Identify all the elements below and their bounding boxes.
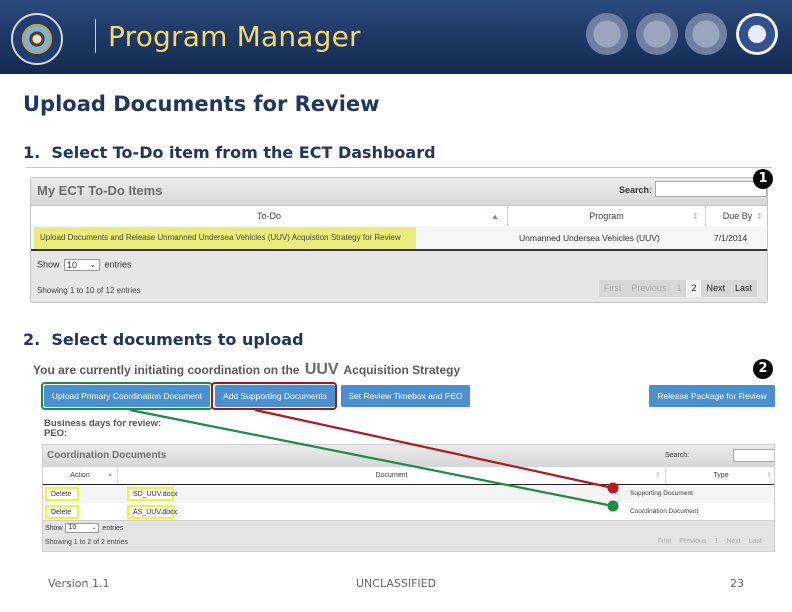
column-label: Action [70,472,90,479]
coordination-prefix: You are currently initiating coordinatio… [33,363,300,377]
coordination-status: You are currently initiating coordinatio… [33,361,460,379]
entries-label: entries [104,259,132,270]
table-info: Showing 1 to 10 of 12 entries [37,286,141,295]
dod-seal-icon [11,13,63,65]
column-label: Due By [722,211,753,221]
todo-item-link[interactable]: Upload Documents and Release Unmanned Un… [34,227,416,249]
column-header-type[interactable]: Type ⬍ [666,467,774,484]
sort-icon: ⬍ [655,472,661,479]
pager-next[interactable]: Next [722,536,744,548]
supporting-documents-highlight [211,382,337,410]
todo-titlebar: My ECT To-Do Items Search: [31,178,767,205]
sort-icon: ⬍ [766,472,772,479]
document-type: Supporting Document [630,490,693,497]
step2-heading: 2. Select documents to upload [23,330,304,349]
pager-last[interactable]: Last [730,280,757,297]
pager-next[interactable]: Next [701,280,730,297]
pager-page-1[interactable]: 1 [671,280,686,297]
document-type: Coordination Document [630,508,699,515]
coordination-document-type: Acquisition Strategy [343,363,461,377]
delete-link[interactable]: Delete [45,487,79,501]
page-length-control: Show 10 ⌄ entries [45,523,123,533]
column-label: Type [713,472,729,479]
step-1-badge: 1 [753,169,773,189]
column-header-document[interactable]: Document ⬍ [118,467,666,484]
table-row: Delete AS_UUV.docx Coordination Document [43,503,774,521]
footer-classification: UNCLASSIFIED [356,577,437,590]
page-heading: Upload Documents for Review [23,92,380,116]
show-label: Show [45,524,63,532]
peo-label: PEO: [44,428,68,439]
air-force-seal-icon [736,13,778,55]
army-seal-icon [586,13,628,55]
review-settings: Business days for review: PEO: [44,419,161,439]
pagination: First Previous 1 2 Next Last [598,280,757,297]
sort-ascending-icon: ▲ [107,472,113,478]
column-header-due-by[interactable]: Due By ⬍ [706,206,767,227]
pager-previous[interactable]: Previous [626,280,671,297]
primary-document-highlight [41,382,213,410]
coordination-panel-title: Coordination Documents [47,450,167,461]
todo-search-input[interactable] [655,181,767,197]
column-header-todo[interactable]: To-Do ▲ [31,206,508,227]
delete-link[interactable]: Delete [45,505,79,519]
coordination-search-input[interactable] [733,449,774,462]
chevron-down-icon: ⌄ [91,525,97,531]
chevron-down-icon: ⌄ [89,260,97,269]
navy-seal-icon [685,13,727,55]
todo-panel: My ECT To-Do Items Search: To-Do ▲ Progr… [30,177,768,303]
column-header-program[interactable]: Program ⬍ [508,206,706,227]
header-banner: Program Manager [0,0,792,74]
document-link[interactable]: AS_UUV.docx [127,505,177,519]
table-info: Showing 1 to 2 of 2 entries [45,539,128,546]
column-header-action[interactable]: Action ▲ [43,467,118,484]
pager-previous[interactable]: Previous [675,536,710,548]
app-title: Program Manager [108,20,361,53]
pager-first[interactable]: First [599,280,627,297]
sort-ascending-icon: ▲ [491,212,499,221]
coordination-documents-panel: Coordination Documents Search: Action ▲ … [42,444,775,552]
coordination-program: UUV [304,361,339,378]
pagination: First Previous 1 Next Last [654,536,766,548]
sort-icon: ⬍ [755,211,763,221]
document-link[interactable]: SD_UUV.docx [127,487,178,501]
set-review-timebox-button[interactable]: Set Review Timebox and PEO [341,385,470,407]
marine-corps-seal-icon [636,13,678,55]
todo-screenshot: My ECT To-Do Items Search: To-Do ▲ Progr… [26,167,772,307]
todo-table-header: To-Do ▲ Program ⬍ Due By ⬍ [31,205,767,227]
program-cell: Unmanned Undersea Vehicles (UUV) [519,233,660,243]
coordination-titlebar: Coordination Documents Search: [43,445,774,467]
page-length-value: 10 [68,524,77,531]
step1-heading: 1. Select To-Do item from the ECT Dashbo… [23,143,436,162]
search-label: Search: [619,185,653,195]
search-label: Search: [665,452,690,459]
page-length-select[interactable]: 10 ⌄ [65,523,100,533]
table-row[interactable]: Upload Documents and Release Unmanned Un… [31,226,767,251]
footer-version: Version 1.1 [48,577,110,590]
todo-panel-title: My ECT To-Do Items [37,183,163,198]
coordination-table-header: Action ▲ Document ⬍ Type ⬍ [43,467,774,485]
pager-last[interactable]: Last [745,536,766,548]
release-package-button[interactable]: Release Package for Review [649,385,775,407]
due-date-cell: 7/1/2014 [714,233,748,243]
pager-page-2[interactable]: 2 [686,280,702,297]
table-row: Delete SD_UUV.docx Supporting Document [43,485,774,503]
column-label: Document [375,472,408,479]
show-label: Show [37,259,60,270]
page-length-value: 10 [67,260,78,270]
page-length-select[interactable]: 10 ⌄ [64,259,101,271]
page-length-control: Show 10 ⌄ entries [37,259,132,271]
pager-page-1[interactable]: 1 [710,536,722,548]
pager-first[interactable]: First [654,536,676,548]
entries-label: entries [102,524,124,532]
banner-divider [95,19,96,53]
sort-icon: ⬍ [691,211,699,221]
column-label: To-Do [256,211,281,221]
divider [26,167,772,168]
column-label: Program [589,211,624,221]
step-2-badge: 2 [753,359,773,379]
footer-page-number: 23 [730,577,744,590]
